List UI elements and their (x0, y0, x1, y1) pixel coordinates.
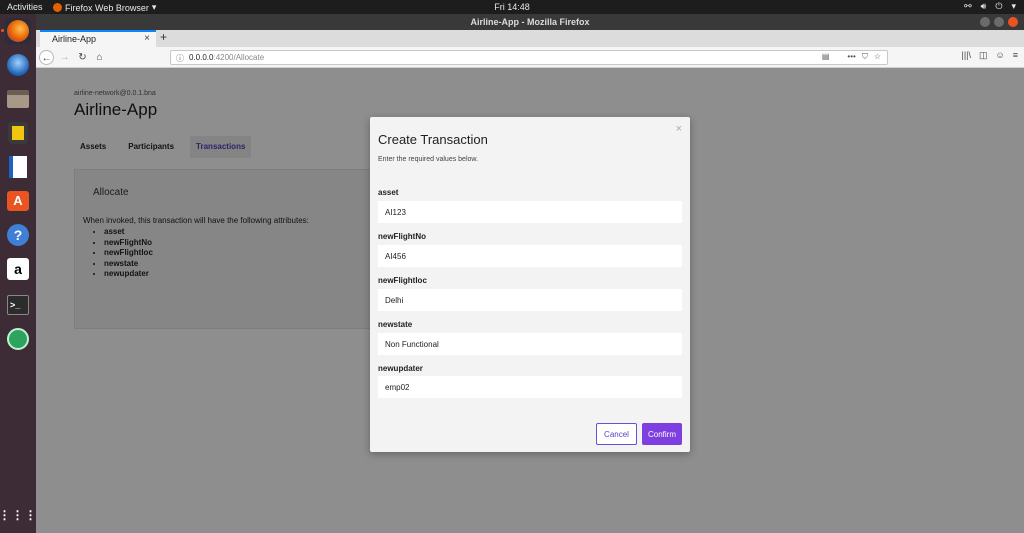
tray-caret-icon: ▾ (1011, 1, 1016, 11)
navigation-toolbar: ← → ↻ ⌂ ⓘ 0.0.0.0:4200/Allocate ▤ ••• ⛉ … (36, 47, 1024, 68)
new-updater-input[interactable] (378, 376, 682, 398)
writer-icon (9, 156, 27, 178)
dock-writer[interactable] (5, 154, 31, 180)
new-flight-no-label: newFlightNo (378, 232, 426, 241)
window-close-button[interactable] (1008, 17, 1018, 27)
files-icon (7, 90, 29, 108)
minimize-button[interactable] (980, 17, 990, 27)
window-titlebar[interactable]: Airline-App - Mozilla Firefox (36, 14, 1024, 30)
library-icon[interactable]: |||\ (962, 50, 972, 61)
firefox-icon (7, 20, 29, 42)
caret-down-icon: ▾ (151, 2, 157, 12)
new-flight-loc-input[interactable] (378, 289, 682, 311)
modal-subtitle: Enter the required values below. (378, 156, 479, 163)
app-menu-label: Firefox Web Browser (65, 2, 149, 13)
browser-tab-title: Airline-App (52, 34, 97, 44)
asset-label: asset (378, 188, 399, 197)
help-icon: ? (7, 224, 29, 246)
confirm-button[interactable]: Confirm (642, 423, 682, 445)
volume-icon: 🔊︎ (980, 1, 987, 11)
menu-icon[interactable]: ≡ (1013, 50, 1018, 61)
modal-close-icon[interactable]: × (676, 123, 682, 135)
browser-tab-strip: Airline-App × + (36, 30, 1024, 47)
software-center-icon: A (7, 191, 29, 211)
dock-terminal[interactable]: >_ (5, 292, 31, 318)
reload-button[interactable]: ↻ (75, 50, 90, 65)
create-transaction-modal: × Create Transaction Enter the required … (370, 117, 690, 452)
dock-atom[interactable] (5, 326, 31, 352)
network-icon: ⚯ (964, 1, 972, 11)
rhythmbox-icon (8, 122, 28, 144)
thunderbird-icon (7, 54, 29, 76)
new-state-input[interactable] (378, 333, 682, 355)
url-path: :4200/Allocate (213, 53, 265, 62)
url-host: 0.0.0.0 (189, 53, 214, 62)
dock-software[interactable]: A (5, 188, 31, 214)
tab-close-icon[interactable]: × (144, 33, 150, 44)
page-actions-icon[interactable]: ••• (847, 52, 855, 62)
atom-icon (7, 328, 29, 350)
show-applications-button[interactable]: ⋮⋮⋮ (0, 502, 37, 528)
app-menu[interactable]: Firefox Web Browser ▾ (53, 2, 156, 13)
new-flight-loc-label: newFlightloc (378, 276, 427, 285)
asset-input[interactable] (378, 201, 682, 223)
clock[interactable]: Fri 14:48 (494, 2, 530, 12)
amazon-icon: a (7, 258, 29, 280)
sidebar-icon[interactable]: ◫ (979, 50, 988, 61)
new-flight-no-input[interactable] (378, 245, 682, 267)
gnome-top-bar: Activities Firefox Web Browser ▾ Fri 14:… (0, 0, 1024, 14)
dock: A ? a >_ ⋮⋮⋮ (0, 14, 37, 533)
forward-button[interactable]: → (57, 50, 72, 65)
account-icon[interactable]: ☺ (996, 50, 1005, 61)
pocket-icon[interactable]: ⛉ (862, 52, 868, 62)
url-bar[interactable]: ⓘ 0.0.0.0:4200/Allocate ▤ ••• ⛉ ☆ (170, 50, 888, 65)
new-tab-button[interactable]: + (160, 30, 167, 44)
dock-help[interactable]: ? (5, 222, 31, 248)
firefox-small-icon (53, 3, 62, 12)
new-state-label: newstate (378, 320, 413, 329)
dock-rhythmbox[interactable] (5, 120, 31, 146)
modal-title: Create Transaction (378, 132, 488, 147)
dock-firefox[interactable] (1, 18, 31, 44)
window-title: Airline-App - Mozilla Firefox (470, 17, 590, 27)
terminal-icon: >_ (7, 295, 29, 315)
back-button[interactable]: ← (39, 50, 54, 65)
cancel-button[interactable]: Cancel (596, 423, 637, 445)
browser-tab[interactable]: Airline-App × (40, 30, 156, 47)
site-info-icon[interactable]: ⓘ (176, 53, 184, 64)
power-icon: ⏻ (995, 1, 1003, 11)
home-button[interactable]: ⌂ (92, 50, 107, 65)
dock-amazon[interactable]: a (5, 256, 31, 282)
dock-files[interactable] (5, 86, 31, 112)
dock-thunderbird[interactable] (5, 52, 31, 78)
reader-view-icon[interactable]: ▤ (822, 52, 830, 62)
maximize-button[interactable] (994, 17, 1004, 27)
system-tray[interactable]: ⚯ 🔊︎ ⏻ ▾ (964, 1, 1016, 12)
new-updater-label: newupdater (378, 364, 423, 373)
app-grid-icon: ⋮⋮⋮ (0, 508, 38, 522)
bookmark-star-icon[interactable]: ☆ (874, 52, 881, 62)
activities-button[interactable]: Activities (7, 2, 43, 12)
